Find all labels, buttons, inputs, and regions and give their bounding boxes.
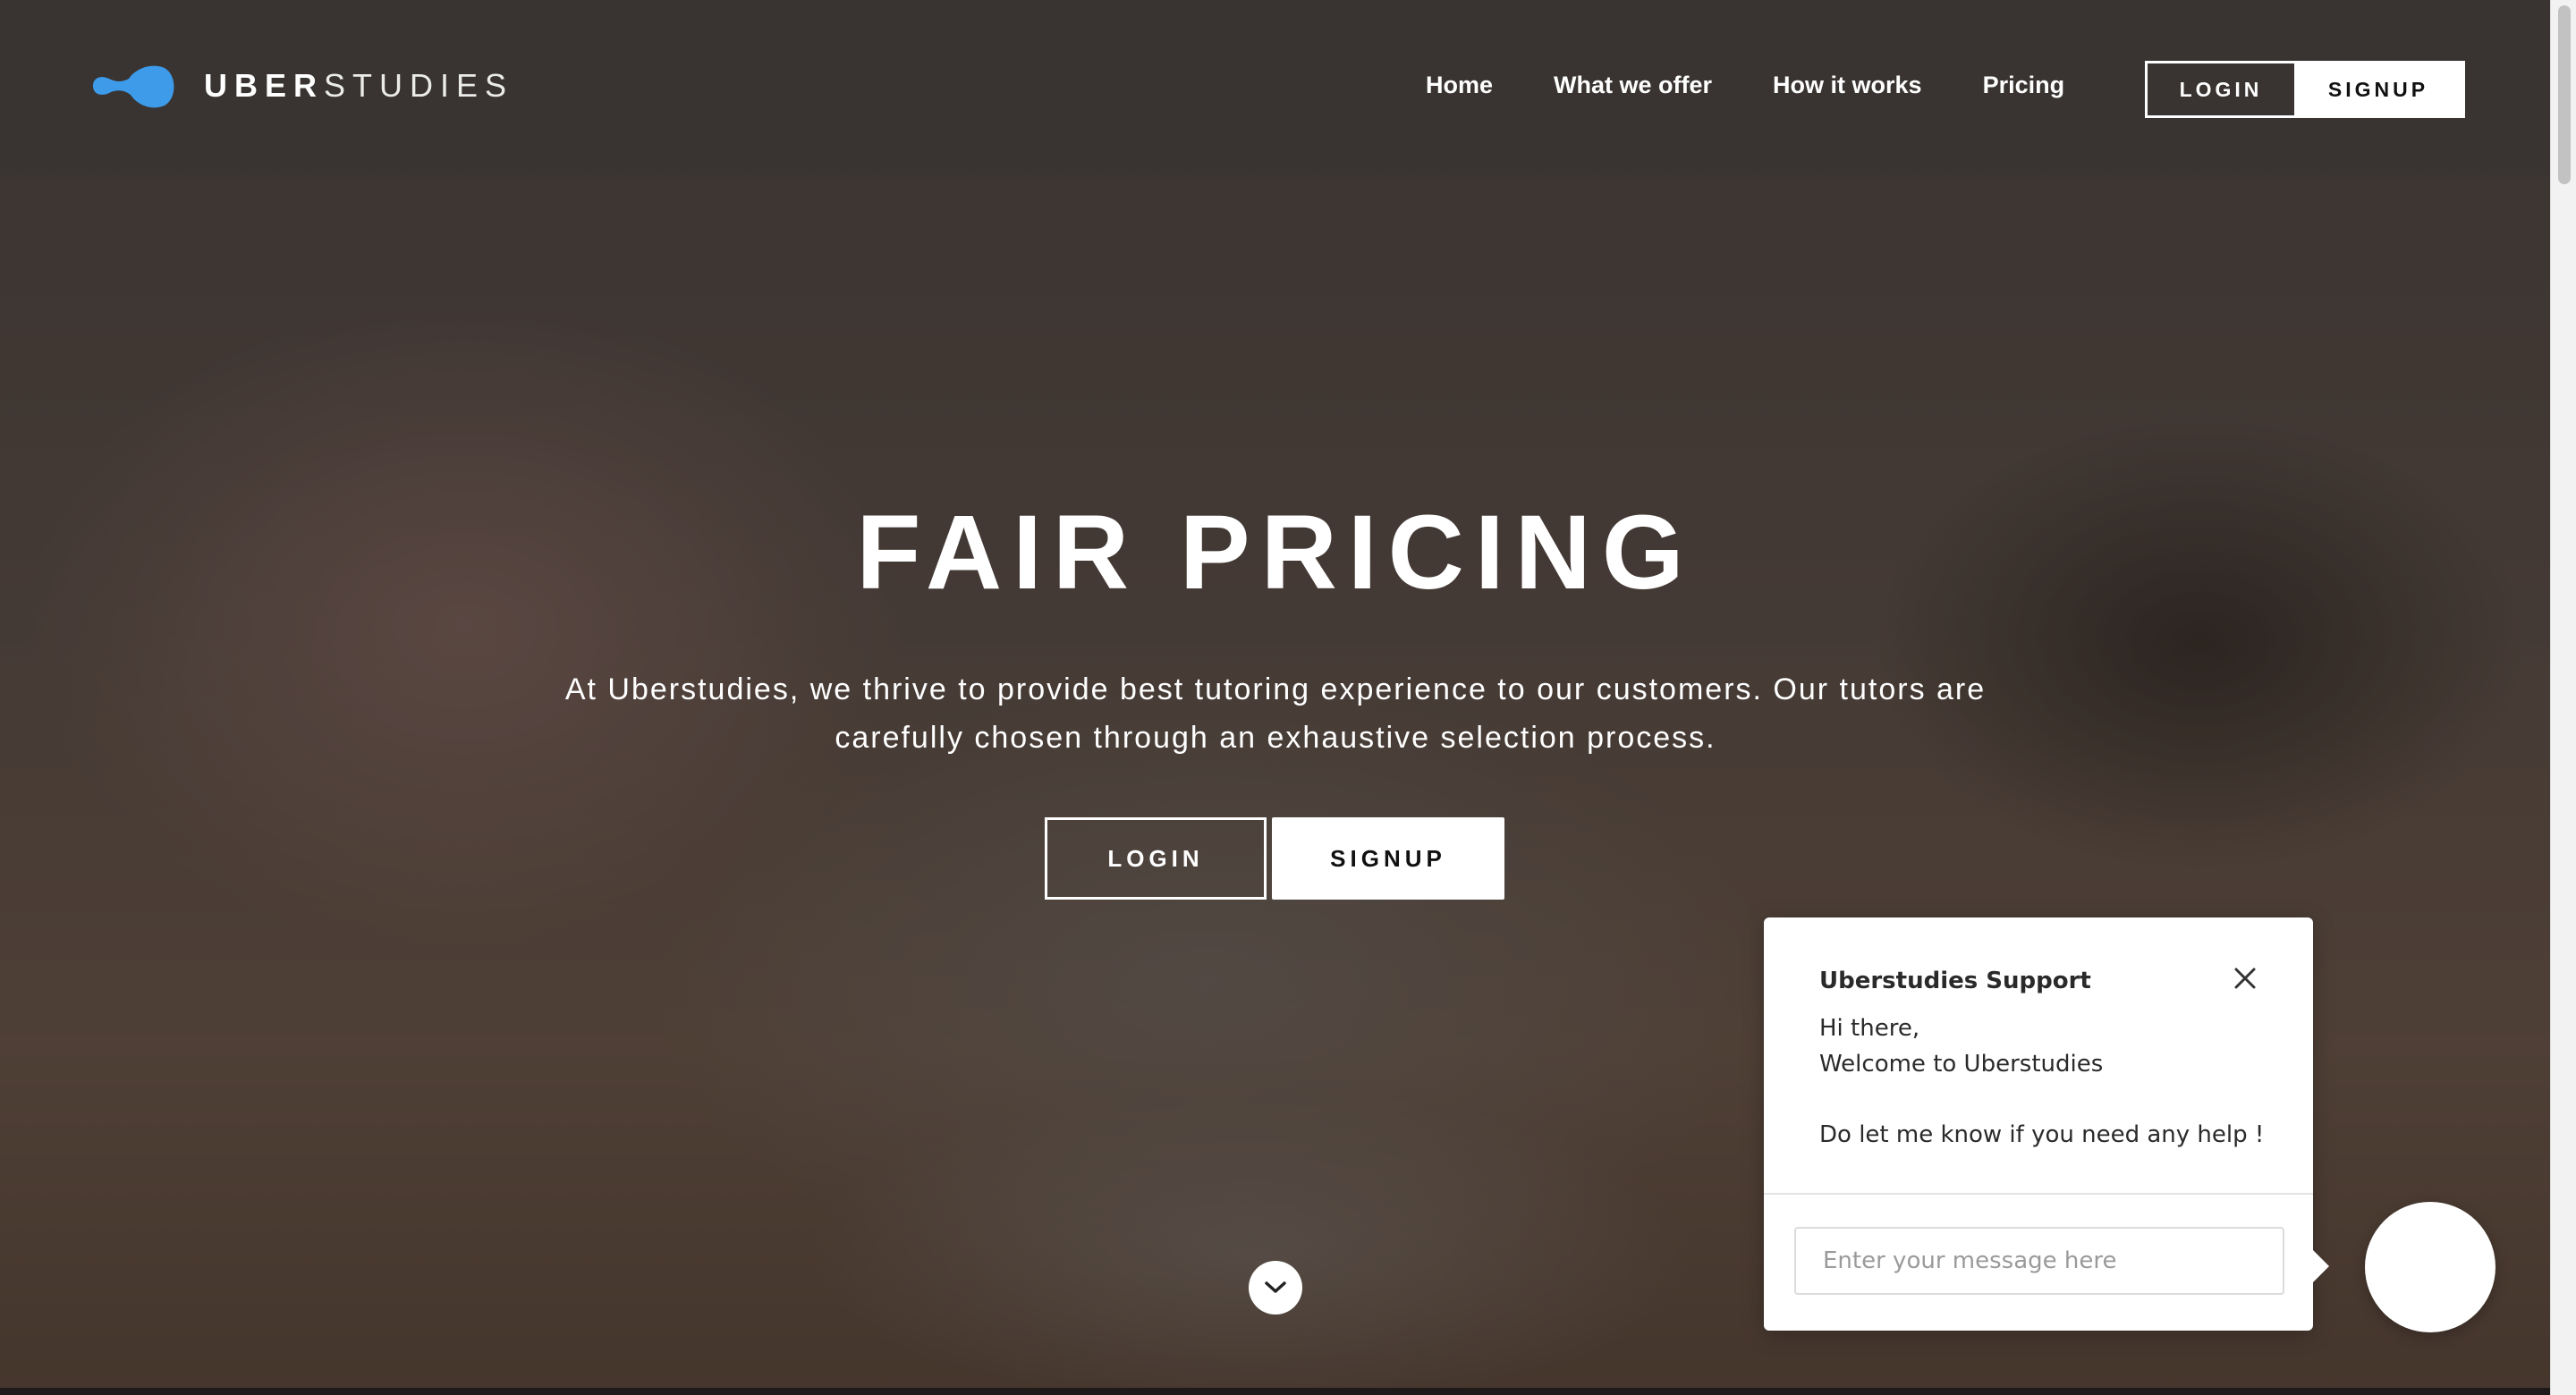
close-icon[interactable] [2229,962,2261,994]
chat-greeting-line2: Welcome to Uberstudies [1819,1051,2104,1078]
chat-launcher-button[interactable] [2365,1202,2496,1332]
chat-greeting: Hi there, Welcome to Uberstudies [1819,1010,2103,1082]
chat-title: Uberstudies Support [1819,968,2091,994]
page: UBERSTUDIES Home What we offer How it wo… [0,0,2576,1395]
logo-text-bold: UBER [204,67,325,104]
chat-divider [1764,1193,2313,1195]
nav-item-what-we-offer[interactable]: What we offer [1554,72,1712,99]
nav-item-pricing[interactable]: Pricing [1983,72,2065,99]
header-login-button[interactable]: LOGIN [2148,63,2294,115]
hero-buttons: LOGIN SIGNUP [1045,817,1504,900]
hero-login-button[interactable]: LOGIN [1045,817,1267,900]
scrollbar-track[interactable] [2550,0,2576,1395]
nav-item-home[interactable]: Home [1426,72,1493,99]
logo-text-light: STUDIES [324,67,514,104]
chat-help-text: Do let me know if you need any help ! [1819,1121,2265,1148]
header-auth-buttons: LOGIN SIGNUP [2145,61,2465,118]
hero-description: At Uberstudies, we thrive to provide bes… [564,672,1987,755]
chat-message-input[interactable] [1794,1227,2284,1295]
header-signup-button[interactable]: SIGNUP [2294,63,2462,115]
support-chat-widget: Uberstudies Support Hi there, Welcome to… [1764,917,2313,1331]
bottom-strip [0,1388,2551,1395]
chat-pointer [2313,1250,2329,1282]
site-header: UBERSTUDIES Home What we offer How it wo… [0,0,2551,177]
chevron-down-icon [1265,1281,1286,1293]
logo[interactable]: UBERSTUDIES [89,59,513,113]
chat-greeting-line1: Hi there, [1819,1015,1920,1042]
scroll-down-button[interactable] [1249,1261,1302,1315]
scrollbar-thumb[interactable] [2558,5,2571,184]
logo-text: UBERSTUDIES [204,67,513,105]
hero-signup-button[interactable]: SIGNUP [1272,817,1504,900]
blob-logo-icon [93,65,174,108]
hero-title: FAIR PRICING [856,494,1695,612]
nav-item-how-it-works[interactable]: How it works [1773,72,1922,99]
main-nav: Home What we offer How it works Pricing [1426,72,2125,99]
